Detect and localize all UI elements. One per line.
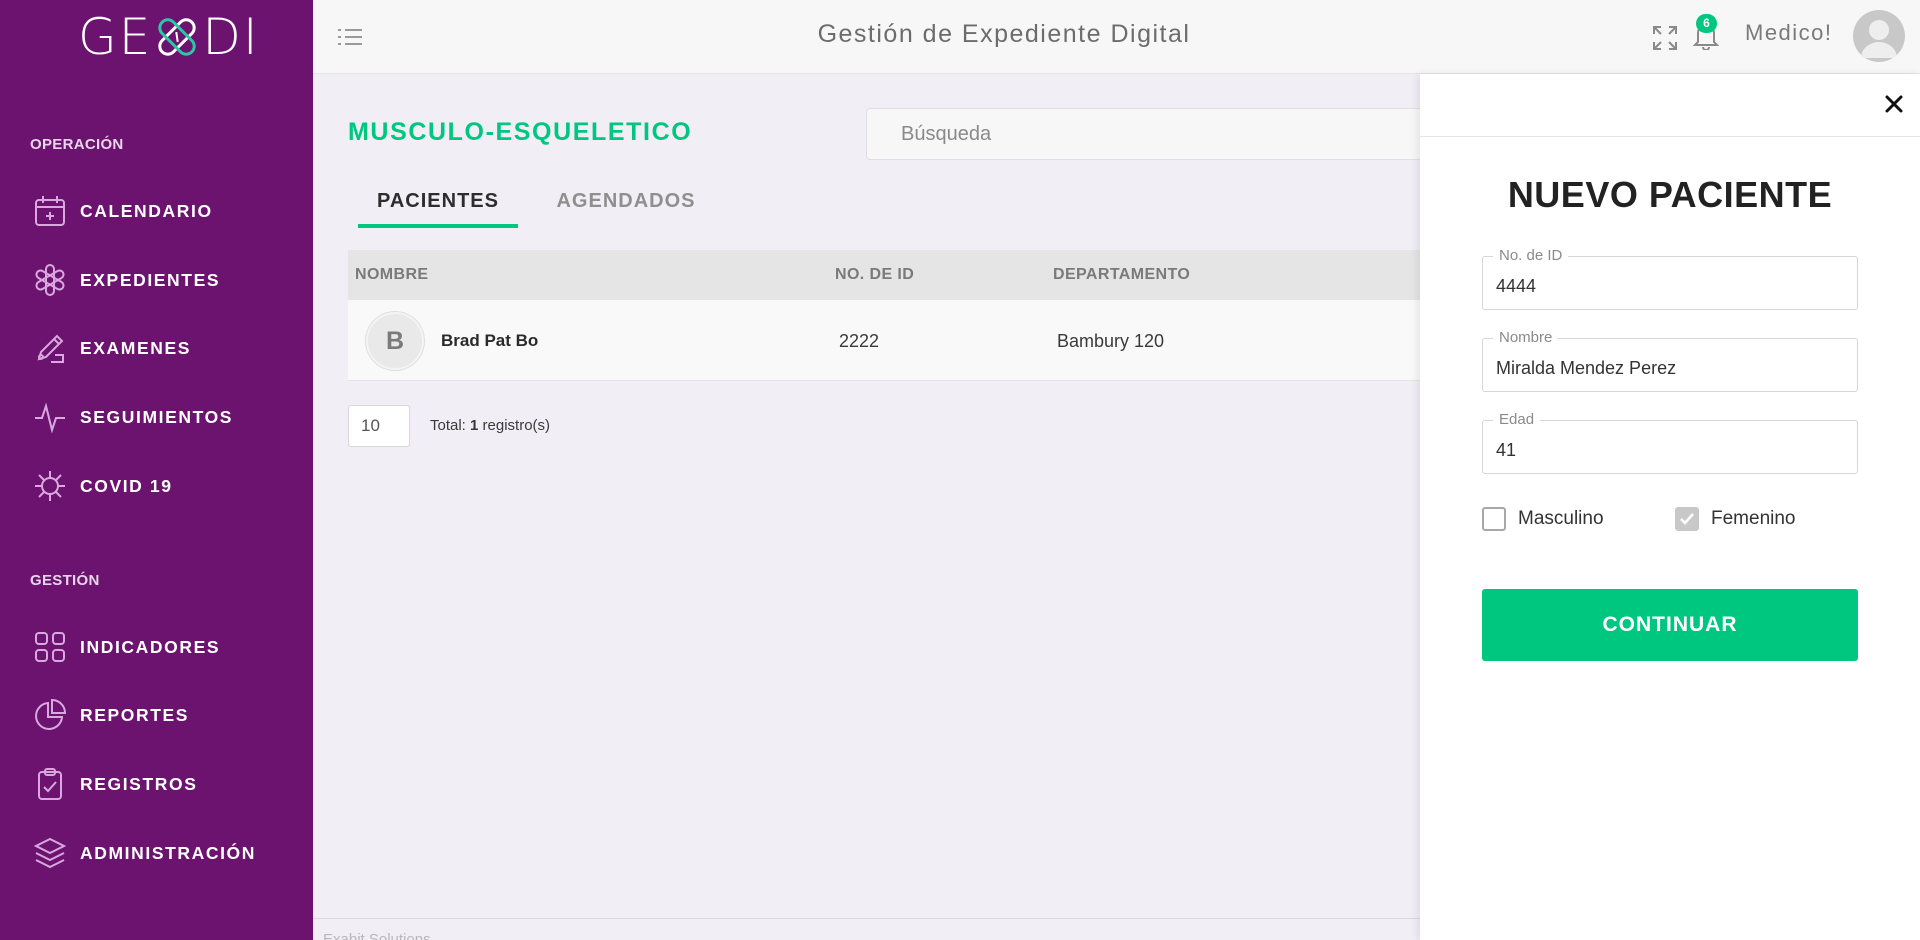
patient-name: Brad Pat Bo [441,331,539,350]
patient-id: 2222 [839,331,880,351]
name-field: Nombre [1482,329,1858,392]
id-field: No. de ID [1482,247,1858,310]
sidebar-item-label: COVID 19 [80,475,173,496]
page-size-select[interactable]: 10 [348,405,410,447]
sidebar-item-expedientes[interactable]: EXPEDIENTES [30,256,290,304]
sidebar-item-label: REPORTES [80,704,190,725]
total-records: Total: 1 registro(s) [430,417,550,434]
tab-agendados[interactable]: AGENDADOS [548,190,704,213]
total-prefix: Total: [430,417,471,434]
patient-avatar: B [366,312,424,370]
checkbox-box[interactable] [1482,507,1506,531]
total-suffix: registro(s) [478,417,551,434]
user-avatar[interactable] [1853,10,1905,62]
name-input[interactable] [1483,339,1857,391]
close-icon[interactable] [1882,92,1906,116]
page-title: MUSCULO-ESQUELETICO [348,118,693,146]
age-field: Edad [1482,411,1858,474]
age-input[interactable] [1483,421,1857,473]
name-field-label: Nombre [1493,329,1559,346]
clipboard-check-icon [30,764,70,804]
sidebar-item-seguimientos[interactable]: SEGUIMIENTOS [30,393,290,441]
section-label-operacion: OPERACIÓN [30,136,124,153]
new-patient-panel: NUEVO PACIENTE No. de ID Nombre Edad Mas… [1420,74,1920,940]
id-input[interactable] [1483,257,1857,309]
panel-title: NUEVO PACIENTE [1507,174,1833,215]
heartbeat-icon [30,397,70,437]
column-header-id[interactable]: NO. DE ID [835,266,914,284]
sidebar-item-label: EXAMENES [80,337,192,358]
checkbox-label: Masculino [1518,508,1604,529]
id-field-label: No. de ID [1493,247,1569,264]
patients-table: NOMBRE NO. DE ID DEPARTAMENTO B Brad Pat… [348,250,1472,381]
fullscreen-icon[interactable] [1652,25,1678,51]
virus-icon [30,466,70,506]
panel-divider [1420,136,1920,137]
checkbox-label: Femenino [1711,508,1796,529]
checkbox-femenino[interactable]: Femenino [1675,507,1796,531]
sidebar-item-label: ADMINISTRACIÓN [80,842,257,863]
sidebar-item-indicadores[interactable]: INDICADORES [30,623,290,671]
search-input[interactable] [866,108,1466,160]
sidebar-item-reportes[interactable]: REPORTES [30,691,290,739]
logo-cross-icon [154,14,200,60]
grid-icon [30,627,70,667]
sidebar-item-examenes[interactable]: EXAMENES [30,324,290,372]
table-header: NOMBRE NO. DE ID DEPARTAMENTO [348,250,1472,300]
check-icon [1680,513,1694,525]
logo-text-right: DI [202,8,260,66]
calendar-icon [30,191,70,231]
section-label-gestion: GESTIÓN [30,572,100,589]
sidebar-item-covid[interactable]: COVID 19 [30,462,290,510]
column-header-nombre[interactable]: NOMBRE [355,266,429,284]
sidebar-item-registros[interactable]: REGISTROS [30,760,290,808]
sidebar-item-calendario[interactable]: CALENDARIO [30,187,290,235]
tab-pacientes[interactable]: PACIENTES [358,190,518,228]
footer: Exabit Solutions [313,918,1420,940]
continue-button[interactable]: CONTINUAR [1482,589,1858,661]
top-header: Gestión de Expediente Digital 6 Medico! [313,0,1920,74]
logo-text-left: GE [78,8,153,66]
layers-icon [30,833,70,873]
age-field-label: Edad [1493,411,1541,428]
app-title: Gestión de Expediente Digital [817,20,1191,48]
sidebar-item-administracion[interactable]: ADMINISTRACIÓN [30,829,290,877]
sidebar-item-label: SEGUIMIENTOS [80,406,234,427]
pie-chart-icon [30,695,70,735]
patient-department: Bambury 120 [1057,331,1165,351]
user-name[interactable]: Medico! [1745,20,1833,46]
sidebar-item-label: INDICADORES [80,636,221,657]
pen-icon [30,328,70,368]
sidebar-item-label: REGISTROS [80,773,198,794]
notifications-badge: 6 [1696,14,1717,33]
column-header-departamento[interactable]: DEPARTAMENTO [1053,266,1190,284]
sidebar: GE DI OPERACIÓN CALENDARIO EXPEDIENTES E… [0,0,313,940]
footer-text: Exabit Solutions [323,931,431,940]
checkbox-box-checked[interactable] [1675,507,1699,531]
checkbox-masculino[interactable]: Masculino [1482,507,1604,531]
table-row[interactable]: B Brad Pat Bo 2222 Bambury 120 [348,300,1472,381]
medical-star-icon [30,260,70,300]
sidebar-item-label: EXPEDIENTES [80,269,221,290]
sidebar-item-label: CALENDARIO [80,200,213,221]
app-logo[interactable]: GE DI [78,8,260,66]
